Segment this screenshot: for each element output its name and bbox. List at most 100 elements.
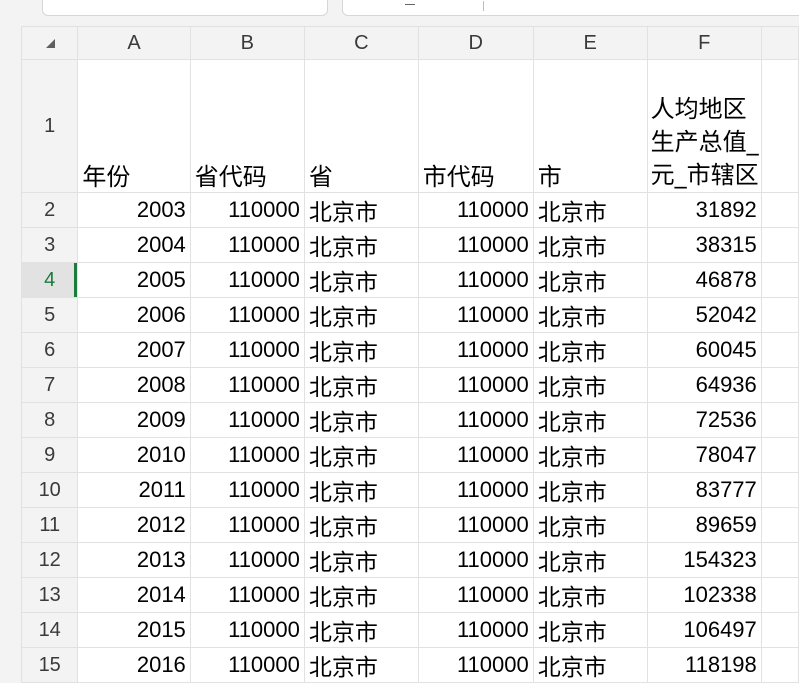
cell-f14[interactable]: 106497	[646, 612, 762, 648]
cell-f9[interactable]: 78047	[646, 437, 762, 473]
cell-b8[interactable]: 110000	[189, 402, 305, 438]
cell-g7[interactable]	[760, 367, 799, 403]
cell-c5[interactable]: 北京市	[303, 297, 419, 333]
cell-e12[interactable]: 北京市	[532, 542, 648, 578]
cell-d13[interactable]: 110000	[417, 577, 534, 613]
cell-c9[interactable]: 北京市	[303, 437, 419, 473]
cell-a8[interactable]: 2009	[77, 402, 191, 438]
cell-c12[interactable]: 北京市	[303, 542, 419, 578]
cell-g8[interactable]	[760, 402, 799, 438]
cell-d2[interactable]: 110000	[417, 192, 534, 228]
cell-b11[interactable]: 110000	[189, 507, 305, 543]
cell-b2[interactable]: 110000	[189, 192, 305, 228]
cell-b10[interactable]: 110000	[189, 472, 305, 508]
cell-a1[interactable]: 年份	[77, 59, 191, 193]
cell-e1[interactable]: 市	[532, 59, 648, 193]
cell-f5[interactable]: 52042	[646, 297, 762, 333]
cell-e9[interactable]: 北京市	[532, 437, 648, 473]
cell-f15[interactable]: 118198	[646, 647, 762, 683]
cell-f12[interactable]: 154323	[646, 542, 762, 578]
row-header-2[interactable]: 2	[20, 192, 79, 228]
cell-c3[interactable]: 北京市	[303, 227, 419, 263]
cell-c4[interactable]: 北京市	[303, 262, 419, 298]
cell-g6[interactable]	[760, 332, 799, 368]
cell-e15[interactable]: 北京市	[532, 647, 648, 683]
cell-d4[interactable]: 110000	[417, 262, 534, 298]
column-header-f[interactable]: F	[646, 26, 762, 60]
name-box[interactable]	[42, 0, 328, 16]
cell-d9[interactable]: 110000	[417, 437, 534, 473]
cell-f2[interactable]: 31892	[646, 192, 762, 228]
column-header-d[interactable]: D	[417, 26, 534, 60]
cell-b13[interactable]: 110000	[189, 577, 305, 613]
cell-d8[interactable]: 110000	[417, 402, 534, 438]
cell-e4[interactable]: 北京市	[532, 262, 648, 298]
cell-a4[interactable]: 2005	[77, 262, 191, 298]
cell-f11[interactable]: 89659	[646, 507, 762, 543]
row-header-10[interactable]: 10	[20, 472, 79, 508]
cell-d6[interactable]: 110000	[417, 332, 534, 368]
cell-e3[interactable]: 北京市	[532, 227, 648, 263]
cell-a14[interactable]: 2015	[77, 612, 191, 648]
cell-e5[interactable]: 北京市	[532, 297, 648, 333]
cell-b4[interactable]: 110000	[189, 262, 305, 298]
cell-d10[interactable]: 110000	[417, 472, 534, 508]
row-header-4[interactable]: 4	[20, 262, 79, 298]
row-header-12[interactable]: 12	[20, 542, 79, 578]
row-header-15[interactable]: 15	[20, 647, 79, 683]
row-header-8[interactable]: 8	[20, 402, 79, 438]
cell-g4[interactable]	[760, 262, 799, 298]
cell-d11[interactable]: 110000	[417, 507, 534, 543]
cell-d14[interactable]: 110000	[417, 612, 534, 648]
cell-g15[interactable]	[760, 647, 799, 683]
cell-c6[interactable]: 北京市	[303, 332, 419, 368]
cell-c10[interactable]: 北京市	[303, 472, 419, 508]
cell-c2[interactable]: 北京市	[303, 192, 419, 228]
cell-c11[interactable]: 北京市	[303, 507, 419, 543]
cell-g14[interactable]	[760, 612, 799, 648]
cell-b1[interactable]: 省代码	[189, 59, 305, 193]
row-header-7[interactable]: 7	[20, 367, 79, 403]
cell-g10[interactable]	[760, 472, 799, 508]
cell-g11[interactable]	[760, 507, 799, 543]
row-header-13[interactable]: 13	[20, 577, 79, 613]
cell-b12[interactable]: 110000	[189, 542, 305, 578]
cell-d1[interactable]: 市代码	[417, 59, 534, 193]
cell-a15[interactable]: 2016	[77, 647, 191, 683]
cell-g13[interactable]	[760, 577, 799, 613]
cell-f8[interactable]: 72536	[646, 402, 762, 438]
cell-c7[interactable]: 北京市	[303, 367, 419, 403]
cell-d3[interactable]: 110000	[417, 227, 534, 263]
cell-b9[interactable]: 110000	[189, 437, 305, 473]
cell-e7[interactable]: 北京市	[532, 367, 648, 403]
row-header-1[interactable]: 1	[20, 59, 79, 193]
cell-f4[interactable]: 46878	[646, 262, 762, 298]
cell-d15[interactable]: 110000	[417, 647, 534, 683]
cell-e6[interactable]: 北京市	[532, 332, 648, 368]
cell-d12[interactable]: 110000	[417, 542, 534, 578]
column-header-b[interactable]: B	[189, 26, 305, 60]
cell-b15[interactable]: 110000	[189, 647, 305, 683]
cell-f10[interactable]: 83777	[646, 472, 762, 508]
column-header-e[interactable]: E	[532, 26, 648, 60]
cell-f13[interactable]: 102338	[646, 577, 762, 613]
cell-a2[interactable]: 2003	[77, 192, 191, 228]
cell-e8[interactable]: 北京市	[532, 402, 648, 438]
cell-a9[interactable]: 2010	[77, 437, 191, 473]
cell-f6[interactable]: 60045	[646, 332, 762, 368]
cell-b3[interactable]: 110000	[189, 227, 305, 263]
row-header-6[interactable]: 6	[20, 332, 79, 368]
cell-g5[interactable]	[760, 297, 799, 333]
select-all-button[interactable]	[20, 26, 79, 60]
cell-f1[interactable]: 人均地区生产总值_元_市辖区	[646, 59, 762, 193]
cell-e11[interactable]: 北京市	[532, 507, 648, 543]
cell-c15[interactable]: 北京市	[303, 647, 419, 683]
column-header-a[interactable]: A	[77, 26, 191, 60]
cell-a5[interactable]: 2006	[77, 297, 191, 333]
cell-a7[interactable]: 2008	[77, 367, 191, 403]
cell-g1[interactable]	[760, 59, 799, 193]
row-header-5[interactable]: 5	[20, 297, 79, 333]
cell-g3[interactable]	[760, 227, 799, 263]
formula-input[interactable]	[342, 0, 799, 16]
column-header-g[interactable]	[760, 26, 799, 60]
